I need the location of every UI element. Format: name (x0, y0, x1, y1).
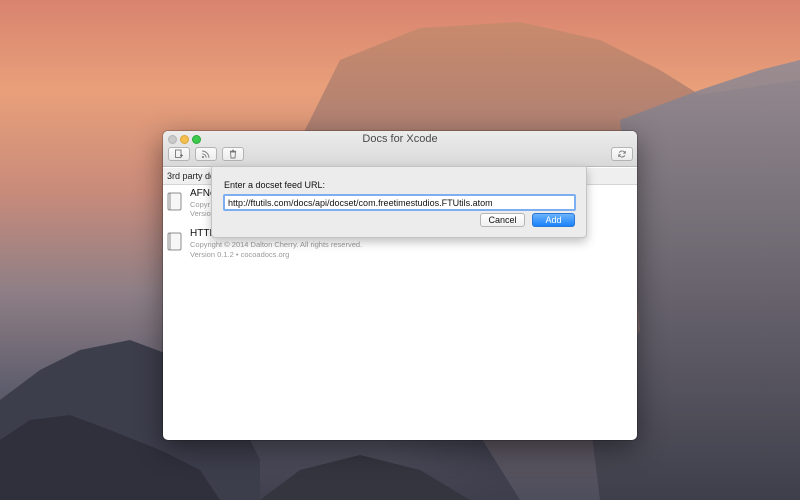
refresh-icon (618, 150, 626, 158)
window-title: Docs for Xcode (362, 133, 438, 145)
add-feed-sheet: Enter a docset feed URL: Cancel Add (211, 166, 587, 238)
feed-url-input[interactable] (223, 194, 576, 211)
add-docset-button[interactable] (168, 147, 190, 161)
titlebar: Docs for Xcode (163, 131, 637, 167)
docset-version: Version 0.1.2 • cocoadocs.org (190, 250, 290, 259)
add-feed-button[interactable] (195, 147, 217, 161)
cancel-button[interactable]: Cancel (480, 213, 525, 227)
docset-book-icon (167, 192, 182, 211)
trash-icon (229, 149, 237, 159)
rss-feed-icon (202, 150, 210, 158)
refresh-button[interactable] (611, 147, 633, 161)
docset-copyright: Copyr (190, 200, 211, 209)
add-button[interactable]: Add (532, 213, 575, 227)
feed-url-prompt: Enter a docset feed URL: (224, 180, 326, 190)
add-docset-icon (175, 149, 183, 158)
delete-button[interactable] (222, 147, 244, 161)
docset-copyright: Copyright © 2014 Dalton Cherry. All righ… (190, 240, 363, 249)
docset-book-icon (167, 232, 182, 251)
docset-version: Versio (190, 209, 211, 218)
